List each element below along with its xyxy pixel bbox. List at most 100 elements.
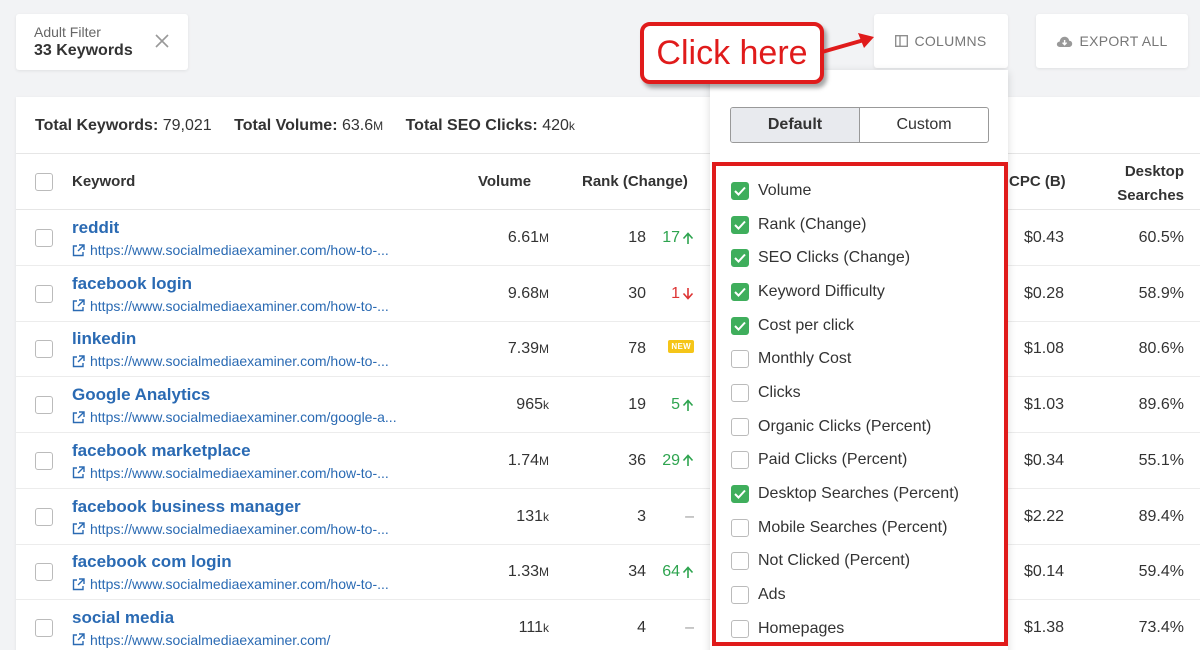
row-checkbox[interactable] (35, 563, 53, 582)
checked-checkbox[interactable] (731, 215, 749, 234)
select-all-checkbox[interactable] (35, 173, 53, 191)
unchecked-checkbox[interactable] (731, 451, 749, 470)
column-option[interactable]: Clicks (716, 376, 1004, 410)
cpc-cell: $2.22 (1024, 507, 1065, 525)
ranking-url-link[interactable]: https://www.socialmediaexaminer.com/how-… (72, 242, 389, 258)
column-option[interactable]: Cost per click (716, 309, 1004, 343)
column-option[interactable]: Desktop Searches (Percent) (716, 477, 1004, 511)
row-checkbox[interactable] (35, 396, 53, 415)
keyword-link[interactable]: facebook login (72, 274, 192, 294)
volume-cell: 111k (519, 619, 549, 637)
ranking-url-link[interactable]: https://www.socialmediaexaminer.com/how-… (72, 465, 389, 481)
column-option[interactable]: Keyword Difficulty (716, 275, 1004, 309)
keyword-link[interactable]: reddit (72, 218, 119, 238)
rank-change-cell: NEW (650, 340, 694, 354)
unchecked-checkbox[interactable] (731, 586, 749, 605)
rank-change-value: 29 (662, 451, 680, 469)
ranking-url-link[interactable]: https://www.socialmediaexaminer.com/how-… (72, 521, 389, 537)
cpc-cell: $1.03 (1024, 396, 1065, 414)
column-option[interactable]: Monthly Cost (716, 342, 1004, 376)
keyword-link[interactable]: facebook business manager (72, 497, 301, 517)
export-all-button[interactable]: EXPORT ALL (1036, 14, 1188, 68)
keyword-link[interactable]: facebook com login (72, 552, 232, 572)
ranking-url-link[interactable]: https://www.socialmediaexaminer.com/ (72, 632, 330, 648)
column-option-label: Paid Clicks (Percent) (758, 451, 908, 469)
keyword-link[interactable]: social media (72, 608, 174, 628)
rank-change-cell: 5 (650, 396, 694, 414)
rank-change-cell: 1 (650, 285, 694, 303)
column-option[interactable]: Organic Clicks (Percent) (716, 410, 1004, 444)
column-option-label: Homepages (758, 619, 845, 637)
ranking-url-link[interactable]: https://www.socialmediaexaminer.com/how-… (72, 576, 389, 592)
ranking-url-text: https://www.socialmediaexaminer.com/how-… (90, 520, 389, 537)
click-here-callout: Click here (640, 22, 824, 84)
header-desktop-searches[interactable]: Desktop Searches (1117, 160, 1184, 208)
row-checkbox[interactable] (35, 229, 53, 247)
desktop-searches-cell: 89.4% (1138, 507, 1184, 525)
column-option-label: Rank (Change) (758, 215, 867, 233)
volume-unit: k (543, 398, 549, 413)
ranking-url-link[interactable]: https://www.socialmediaexaminer.com/goog… (72, 409, 397, 425)
row-checkbox[interactable] (35, 340, 53, 359)
custom-tab[interactable]: Custom (860, 108, 988, 142)
header-cpc[interactable]: CPC (B) (1009, 173, 1066, 190)
callout-text: Click here (656, 33, 808, 72)
desktop-searches-cell: 60.5% (1138, 229, 1184, 246)
header-desktop-line2: Searches (1117, 187, 1184, 204)
column-option[interactable]: SEO Clicks (Change) (716, 241, 1004, 275)
checked-checkbox[interactable] (731, 316, 749, 335)
column-option[interactable]: Volume (716, 174, 1004, 208)
keyword-link[interactable]: Google Analytics (72, 385, 210, 405)
volume-unit: M (539, 453, 549, 468)
totals-summary: Total Keywords: 79,021 Total Volume: 63.… (35, 117, 575, 135)
total-seo-clicks-unit: k (568, 119, 575, 133)
column-option[interactable]: Rank (Change) (716, 208, 1004, 242)
columns-icon (895, 35, 909, 47)
table-row: Google Analytics https://www.socialmedia… (16, 377, 1200, 434)
volume-value: 1.74 (507, 451, 539, 469)
ranking-url-link[interactable]: https://www.socialmediaexaminer.com/how-… (72, 353, 389, 369)
volume-value: 131 (516, 507, 543, 525)
close-icon[interactable] (154, 33, 172, 51)
column-option-label: Organic Clicks (Percent) (758, 417, 932, 435)
column-option[interactable]: Mobile Searches (Percent) (716, 511, 1004, 545)
external-link-icon (72, 466, 85, 479)
new-badge: NEW (668, 340, 694, 354)
row-checkbox[interactable] (35, 618, 53, 637)
desktop-searches-cell: 73.4% (1138, 618, 1184, 636)
arrow-up-icon (682, 231, 694, 245)
unchecked-checkbox[interactable] (731, 417, 749, 436)
column-preset-toggle: Default Custom (730, 107, 989, 143)
keyword-link[interactable]: facebook marketplace (72, 441, 251, 461)
row-checkbox[interactable] (35, 451, 53, 470)
keyword-link[interactable]: linkedin (72, 329, 136, 349)
header-rank-change[interactable]: Rank (Change) (582, 173, 688, 190)
volume-unit: M (539, 231, 549, 245)
unchecked-checkbox[interactable] (731, 619, 749, 638)
ranking-url-link[interactable]: https://www.socialmediaexaminer.com/how-… (72, 298, 389, 314)
columns-button[interactable]: COLUMNS (874, 14, 1008, 68)
default-tab[interactable]: Default (731, 108, 860, 142)
unchecked-checkbox[interactable] (731, 518, 749, 537)
unchecked-checkbox[interactable] (731, 552, 749, 571)
checked-checkbox[interactable] (731, 282, 749, 301)
row-checkbox[interactable] (35, 507, 53, 526)
header-volume[interactable]: Volume (478, 173, 531, 190)
arrow-up-icon (682, 565, 694, 579)
column-option[interactable]: Ads (716, 578, 1004, 612)
checked-checkbox[interactable] (731, 181, 749, 200)
header-keyword[interactable]: Keyword (72, 173, 135, 190)
volume-value: 6.61 (507, 229, 539, 246)
column-option[interactable]: Homepages (716, 612, 1004, 646)
table-row: facebook com login https://www.socialmed… (16, 544, 1200, 601)
unchecked-checkbox[interactable] (731, 383, 749, 402)
row-checkbox[interactable] (35, 284, 53, 303)
column-option[interactable]: Not Clicked (Percent) (716, 545, 1004, 579)
desktop-searches-cell: 80.6% (1138, 340, 1184, 358)
unchecked-checkbox[interactable] (731, 350, 749, 369)
checked-checkbox[interactable] (731, 485, 749, 504)
rank-change-cell: – (650, 508, 694, 526)
column-option[interactable]: Paid Clicks (Percent) (716, 444, 1004, 478)
checked-checkbox[interactable] (731, 249, 749, 268)
total-keywords-value: 79,021 (162, 117, 212, 134)
